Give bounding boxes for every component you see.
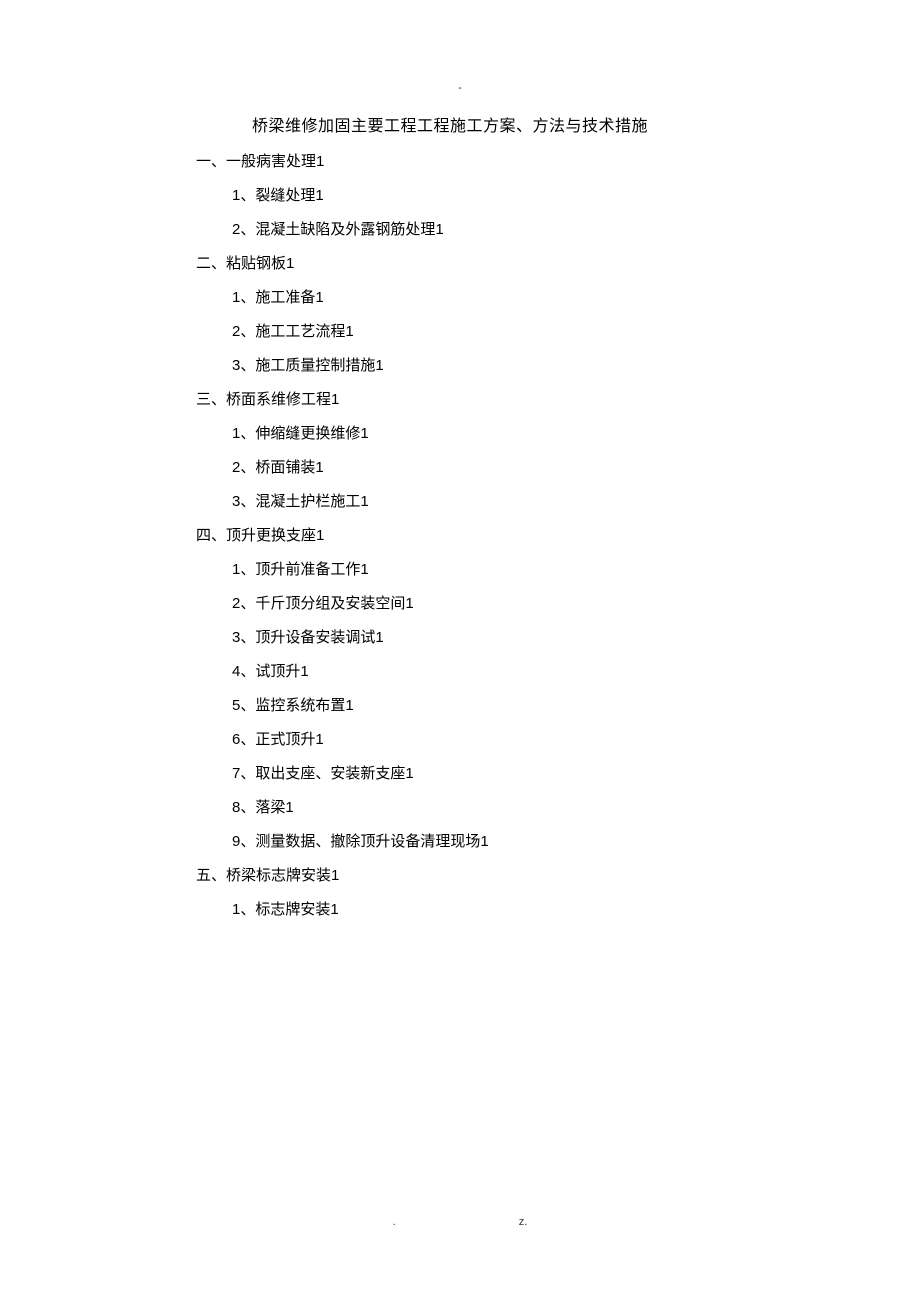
- document-content: 桥梁维修加固主要工程工程施工方案、方法与技术措施 一、一般病害处理1 1、裂缝处…: [196, 112, 756, 932]
- header-mark: -: [458, 82, 462, 94]
- toc-item: 1、裂缝处理1: [232, 184, 756, 208]
- toc-item: 2、混凝土缺陷及外露钢筋处理1: [232, 218, 756, 242]
- toc-item: 5、监控系统布置1: [232, 694, 756, 718]
- toc-item: 2、桥面铺装1: [232, 456, 756, 480]
- toc-item: 3、施工质量控制措施1: [232, 354, 756, 378]
- toc-item: 6、正式顶升1: [232, 728, 756, 752]
- section-heading: 五、桥梁标志牌安装1: [196, 864, 756, 888]
- toc-item: 2、千斤顶分组及安装空间1: [232, 592, 756, 616]
- toc-item: 1、伸缩缝更换维修1: [232, 422, 756, 446]
- toc-item: 7、取出支座、安装新支座1: [232, 762, 756, 786]
- section-heading: 三、桥面系维修工程1: [196, 388, 756, 412]
- toc-item: 1、顶升前准备工作1: [232, 558, 756, 582]
- toc-item: 1、标志牌安装1: [232, 898, 756, 922]
- toc-item: 8、落梁1: [232, 796, 756, 820]
- toc-item: 2、施工工艺流程1: [232, 320, 756, 344]
- section-heading: 二、粘贴钢板1: [196, 252, 756, 276]
- toc-item: 3、顶升设备安装调试1: [232, 626, 756, 650]
- toc-item: 9、测量数据、撤除顶升设备清理现场1: [232, 830, 756, 854]
- section-heading: 一、一般病害处理1: [196, 150, 756, 174]
- section-heading: 四、顶升更换支座1: [196, 524, 756, 548]
- footer-left: .: [393, 1216, 396, 1228]
- document-title: 桥梁维修加固主要工程工程施工方案、方法与技术措施: [252, 112, 756, 136]
- toc-item: 3、混凝土护栏施工1: [232, 490, 756, 514]
- footer-right: z.: [519, 1216, 528, 1228]
- page-footer: . z.: [0, 1216, 920, 1228]
- toc-item: 1、施工准备1: [232, 286, 756, 310]
- toc-item: 4、试顶升1: [232, 660, 756, 684]
